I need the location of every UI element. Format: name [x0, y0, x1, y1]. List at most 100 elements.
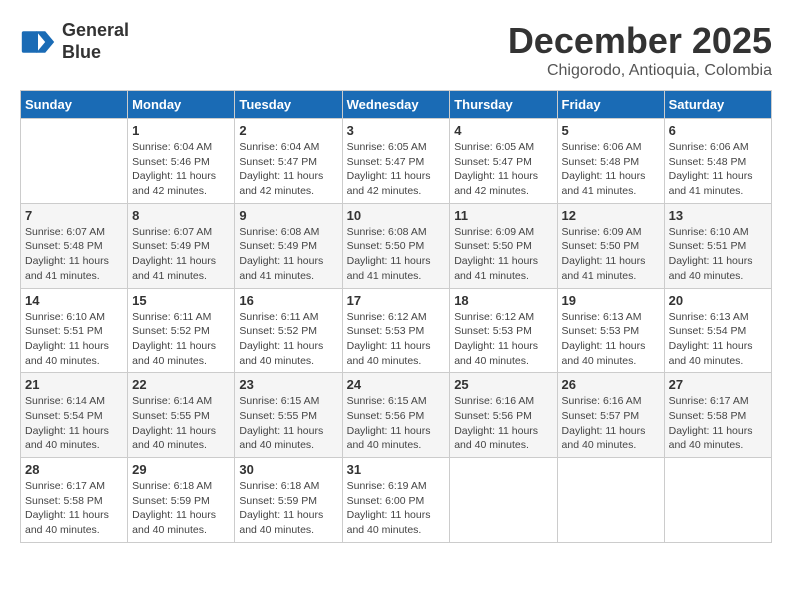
calendar-cell: 7 Sunrise: 6:07 AM Sunset: 5:48 PM Daylig…: [21, 203, 128, 288]
cell-info: Sunrise: 6:08 AM Sunset: 5:50 PM Dayligh…: [347, 225, 446, 284]
cell-info: Sunrise: 6:07 AM Sunset: 5:49 PM Dayligh…: [132, 225, 230, 284]
day-number: 21: [25, 377, 123, 392]
day-number: 29: [132, 462, 230, 477]
weekday-header-sunday: Sunday: [21, 91, 128, 119]
calendar-cell: 15 Sunrise: 6:11 AM Sunset: 5:52 PM Dayli…: [128, 288, 235, 373]
cell-info: Sunrise: 6:05 AM Sunset: 5:47 PM Dayligh…: [454, 140, 552, 199]
calendar-cell: 11 Sunrise: 6:09 AM Sunset: 5:50 PM Dayli…: [450, 203, 557, 288]
calendar-cell: [450, 458, 557, 543]
cell-info: Sunrise: 6:11 AM Sunset: 5:52 PM Dayligh…: [132, 310, 230, 369]
title-block: December 2025 Chigorodo, Antioquia, Colo…: [508, 20, 772, 80]
logo-icon: [20, 24, 56, 60]
calendar-cell: 14 Sunrise: 6:10 AM Sunset: 5:51 PM Dayli…: [21, 288, 128, 373]
calendar-cell: 12 Sunrise: 6:09 AM Sunset: 5:50 PM Dayli…: [557, 203, 664, 288]
calendar-cell: 17 Sunrise: 6:12 AM Sunset: 5:53 PM Dayli…: [342, 288, 450, 373]
calendar-cell: 22Sunrise: 6:14 AM Sunset: 5:55 PM Dayli…: [128, 373, 235, 458]
calendar-cell: 16 Sunrise: 6:11 AM Sunset: 5:52 PM Dayli…: [235, 288, 342, 373]
cell-info: Sunrise: 6:18 AM Sunset: 5:59 PM Dayligh…: [239, 479, 337, 538]
calendar-cell: 1 Sunrise: 6:04 AM Sunset: 5:46 PM Daylig…: [128, 119, 235, 204]
cell-info: Sunrise: 6:05 AM Sunset: 5:47 PM Dayligh…: [347, 140, 446, 199]
calendar-table: SundayMondayTuesdayWednesdayThursdayFrid…: [20, 90, 772, 543]
day-number: 19: [562, 293, 660, 308]
calendar-cell: 31Sunrise: 6:19 AM Sunset: 6:00 PM Dayli…: [342, 458, 450, 543]
calendar-cell: 5 Sunrise: 6:06 AM Sunset: 5:48 PM Daylig…: [557, 119, 664, 204]
cell-info: Sunrise: 6:06 AM Sunset: 5:48 PM Dayligh…: [562, 140, 660, 199]
cell-info: Sunrise: 6:15 AM Sunset: 5:55 PM Dayligh…: [239, 394, 337, 453]
cell-info: Sunrise: 6:17 AM Sunset: 5:58 PM Dayligh…: [669, 394, 767, 453]
cell-info: Sunrise: 6:19 AM Sunset: 6:00 PM Dayligh…: [347, 479, 446, 538]
day-number: 17: [347, 293, 446, 308]
day-number: 16: [239, 293, 337, 308]
calendar-cell: 6 Sunrise: 6:06 AM Sunset: 5:48 PM Daylig…: [664, 119, 771, 204]
day-number: 4: [454, 123, 552, 138]
cell-info: Sunrise: 6:09 AM Sunset: 5:50 PM Dayligh…: [454, 225, 552, 284]
day-number: 28: [25, 462, 123, 477]
logo-text: General Blue: [62, 20, 129, 63]
calendar-cell: [21, 119, 128, 204]
day-number: 12: [562, 208, 660, 223]
calendar-cell: 8 Sunrise: 6:07 AM Sunset: 5:49 PM Daylig…: [128, 203, 235, 288]
calendar-cell: 9Sunrise: 6:08 AM Sunset: 5:49 PM Daylig…: [235, 203, 342, 288]
day-number: 9: [239, 208, 337, 223]
page-header: General Blue December 2025 Chigorodo, An…: [20, 20, 772, 80]
day-number: 30: [239, 462, 337, 477]
weekday-header-tuesday: Tuesday: [235, 91, 342, 119]
cell-info: Sunrise: 6:10 AM Sunset: 5:51 PM Dayligh…: [669, 225, 767, 284]
cell-info: Sunrise: 6:14 AM Sunset: 5:55 PM Dayligh…: [132, 394, 230, 453]
calendar-cell: 29 Sunrise: 6:18 AM Sunset: 5:59 PM Dayli…: [128, 458, 235, 543]
cell-info: Sunrise: 6:07 AM Sunset: 5:48 PM Dayligh…: [25, 225, 123, 284]
calendar-cell: 27 Sunrise: 6:17 AM Sunset: 5:58 PM Dayli…: [664, 373, 771, 458]
calendar-cell: 2Sunrise: 6:04 AM Sunset: 5:47 PM Daylig…: [235, 119, 342, 204]
logo-line2: Blue: [62, 42, 129, 64]
day-number: 18: [454, 293, 552, 308]
calendar-cell: 3 Sunrise: 6:05 AM Sunset: 5:47 PM Daylig…: [342, 119, 450, 204]
day-number: 23: [239, 377, 337, 392]
calendar-cell: 23 Sunrise: 6:15 AM Sunset: 5:55 PM Dayli…: [235, 373, 342, 458]
cell-info: Sunrise: 6:06 AM Sunset: 5:48 PM Dayligh…: [669, 140, 767, 199]
day-number: 6: [669, 123, 767, 138]
calendar-cell: 24 Sunrise: 6:15 AM Sunset: 5:56 PM Dayli…: [342, 373, 450, 458]
calendar-cell: 13 Sunrise: 6:10 AM Sunset: 5:51 PM Dayli…: [664, 203, 771, 288]
day-number: 1: [132, 123, 230, 138]
cell-info: Sunrise: 6:04 AM Sunset: 5:46 PM Dayligh…: [132, 140, 230, 199]
cell-info: Sunrise: 6:11 AM Sunset: 5:52 PM Dayligh…: [239, 310, 337, 369]
cell-info: Sunrise: 6:15 AM Sunset: 5:56 PM Dayligh…: [347, 394, 446, 453]
calendar-cell: 28Sunrise: 6:17 AM Sunset: 5:58 PM Dayli…: [21, 458, 128, 543]
day-number: 14: [25, 293, 123, 308]
day-number: 27: [669, 377, 767, 392]
weekday-header-saturday: Saturday: [664, 91, 771, 119]
cell-info: Sunrise: 6:16 AM Sunset: 5:56 PM Dayligh…: [454, 394, 552, 453]
calendar-cell: 21 Sunrise: 6:14 AM Sunset: 5:54 PM Dayli…: [21, 373, 128, 458]
day-number: 13: [669, 208, 767, 223]
cell-info: Sunrise: 6:09 AM Sunset: 5:50 PM Dayligh…: [562, 225, 660, 284]
cell-info: Sunrise: 6:12 AM Sunset: 5:53 PM Dayligh…: [454, 310, 552, 369]
day-number: 8: [132, 208, 230, 223]
calendar-cell: [557, 458, 664, 543]
calendar-cell: 25Sunrise: 6:16 AM Sunset: 5:56 PM Dayli…: [450, 373, 557, 458]
day-number: 15: [132, 293, 230, 308]
day-number: 5: [562, 123, 660, 138]
month-title: December 2025: [508, 20, 772, 62]
cell-info: Sunrise: 6:18 AM Sunset: 5:59 PM Dayligh…: [132, 479, 230, 538]
cell-info: Sunrise: 6:14 AM Sunset: 5:54 PM Dayligh…: [25, 394, 123, 453]
day-number: 24: [347, 377, 446, 392]
calendar-cell: 30 Sunrise: 6:18 AM Sunset: 5:59 PM Dayli…: [235, 458, 342, 543]
cell-info: Sunrise: 6:10 AM Sunset: 5:51 PM Dayligh…: [25, 310, 123, 369]
day-number: 11: [454, 208, 552, 223]
day-number: 2: [239, 123, 337, 138]
weekday-header-thursday: Thursday: [450, 91, 557, 119]
calendar-cell: 19 Sunrise: 6:13 AM Sunset: 5:53 PM Dayli…: [557, 288, 664, 373]
cell-info: Sunrise: 6:13 AM Sunset: 5:54 PM Dayligh…: [669, 310, 767, 369]
cell-info: Sunrise: 6:13 AM Sunset: 5:53 PM Dayligh…: [562, 310, 660, 369]
calendar-cell: 4 Sunrise: 6:05 AM Sunset: 5:47 PM Daylig…: [450, 119, 557, 204]
day-number: 20: [669, 293, 767, 308]
cell-info: Sunrise: 6:12 AM Sunset: 5:53 PM Dayligh…: [347, 310, 446, 369]
day-number: 7: [25, 208, 123, 223]
day-number: 3: [347, 123, 446, 138]
calendar-cell: 20 Sunrise: 6:13 AM Sunset: 5:54 PM Dayli…: [664, 288, 771, 373]
weekday-header-wednesday: Wednesday: [342, 91, 450, 119]
cell-info: Sunrise: 6:16 AM Sunset: 5:57 PM Dayligh…: [562, 394, 660, 453]
day-number: 26: [562, 377, 660, 392]
weekday-header-monday: Monday: [128, 91, 235, 119]
calendar-cell: 10Sunrise: 6:08 AM Sunset: 5:50 PM Dayli…: [342, 203, 450, 288]
